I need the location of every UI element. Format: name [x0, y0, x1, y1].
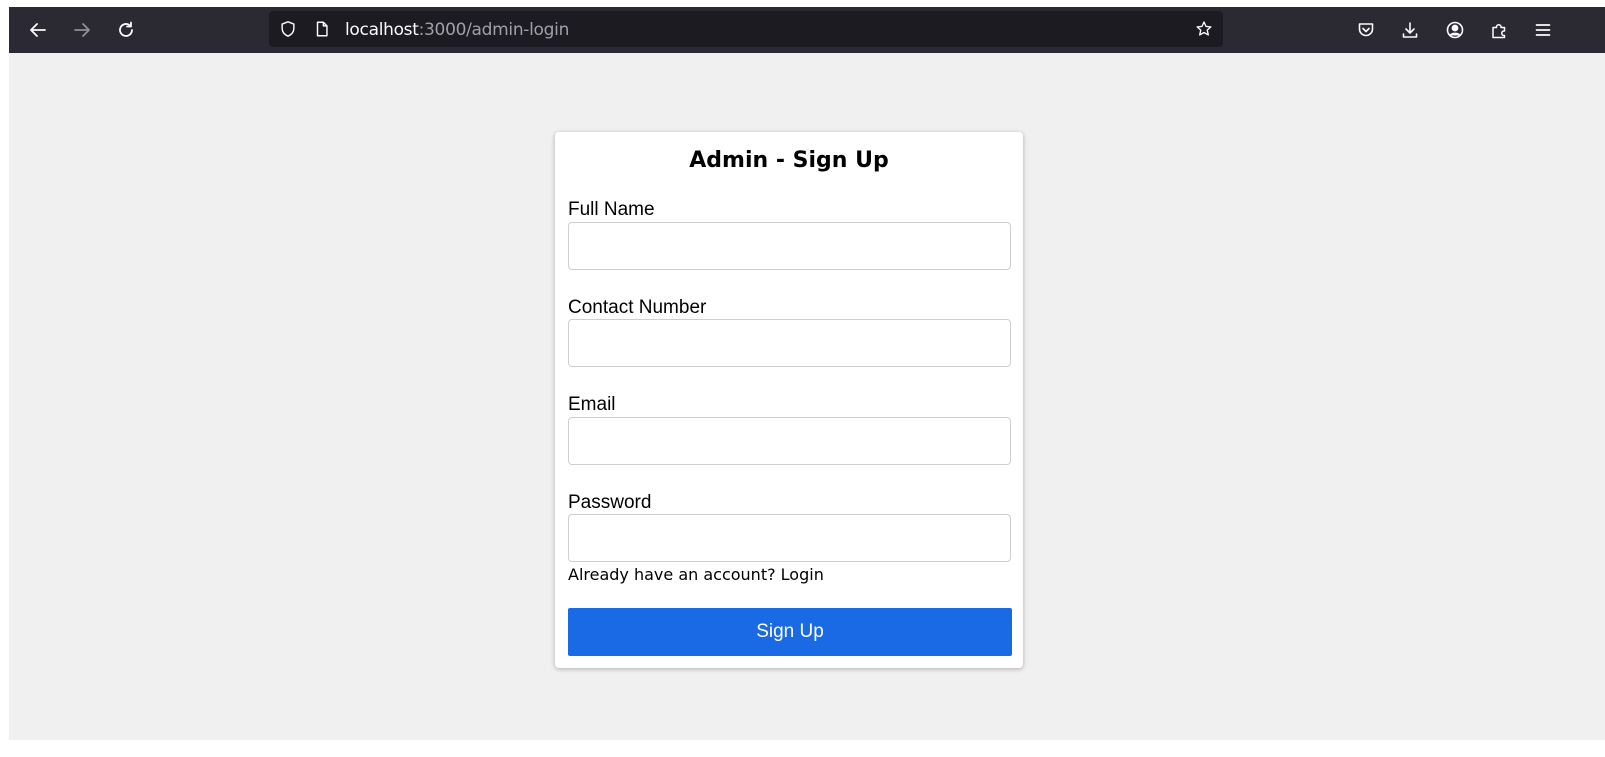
extensions-icon[interactable]	[1483, 14, 1515, 46]
pocket-icon[interactable]	[1350, 14, 1382, 46]
sign-up-button[interactable]: Sign Up	[568, 608, 1012, 656]
full-name-field[interactable]	[568, 222, 1011, 270]
full-name-label: Full Name	[568, 199, 655, 220]
contact-number-field[interactable]	[568, 319, 1011, 367]
forward-arrow-icon[interactable]	[66, 14, 98, 46]
password-label: Password	[568, 492, 652, 513]
star-icon[interactable]	[1194, 19, 1214, 39]
login-link[interactable]: Login	[781, 565, 824, 584]
browser-toolbar: localhost:3000/admin-login	[9, 7, 1605, 53]
reload-icon[interactable]	[110, 14, 142, 46]
signup-card: Admin - Sign Up Full Name Contact Number…	[555, 132, 1023, 668]
contact-number-label: Contact Number	[568, 297, 707, 318]
password-field[interactable]	[568, 514, 1011, 562]
url-host: localhost	[345, 20, 419, 40]
page-title: Admin - Sign Up	[689, 148, 889, 173]
browser-window: localhost:3000/admin-login Admin - Sign …	[9, 7, 1605, 740]
shield-icon[interactable]	[278, 19, 298, 39]
page-icon[interactable]	[312, 19, 332, 39]
account-icon[interactable]	[1439, 14, 1471, 46]
url-path: :3000/admin-login	[418, 20, 570, 40]
email-field[interactable]	[568, 417, 1011, 465]
login-prompt: Already have an account? Login	[568, 565, 824, 584]
download-icon[interactable]	[1394, 14, 1426, 46]
login-prompt-text: Already have an account?	[568, 565, 781, 584]
back-arrow-icon[interactable]	[22, 14, 54, 46]
url-bar[interactable]: localhost:3000/admin-login	[269, 11, 1223, 47]
url-text[interactable]: localhost:3000/admin-login	[345, 20, 569, 40]
email-label: Email	[568, 394, 616, 415]
hamburger-menu-icon[interactable]	[1527, 14, 1559, 46]
